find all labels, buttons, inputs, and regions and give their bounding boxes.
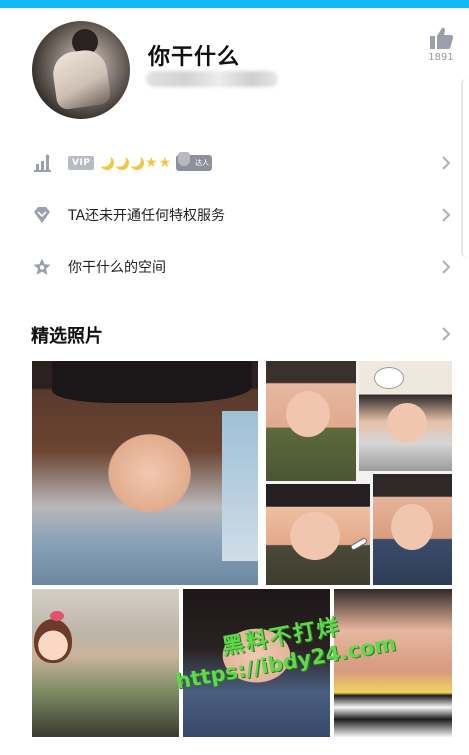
privilege-label: TA还未开通任何特权服务 (68, 208, 226, 224)
level-icons: ★ ★ 达人 (98, 152, 213, 172)
privilege-row[interactable]: TA还未开通任何特权服务 (0, 189, 469, 241)
thumbs-up-icon (430, 27, 454, 49)
chevron-right-icon[interactable] (440, 325, 452, 343)
cat-sticker-icon (374, 367, 404, 389)
talent-medal-icon: 达人 (176, 152, 213, 171)
privilege-gem-icon (34, 207, 50, 223)
photo-thumbnail[interactable] (32, 361, 258, 585)
qzone-row[interactable]: 你干什么的空间 (0, 241, 469, 293)
chevron-right-icon (442, 156, 451, 170)
level-row[interactable]: VIP ★ ★ 达人 (0, 137, 469, 189)
like-button[interactable]: 1891 (424, 26, 458, 63)
avatar[interactable] (32, 21, 130, 119)
star-icon: ★ (158, 155, 172, 171)
level-chart-icon (34, 154, 51, 172)
moon-icon (113, 154, 131, 172)
moon-icon (128, 154, 146, 172)
photo-thumbnail[interactable] (32, 589, 179, 737)
profile-header: 你干什么 1891 (0, 8, 469, 133)
like-count: 1891 (428, 52, 454, 63)
qzone-label: 你干什么的空间 (68, 260, 166, 276)
featured-photos-title[interactable]: 精选照片 (31, 322, 103, 348)
top-accent-bar (0, 0, 469, 8)
chevron-right-icon (442, 208, 451, 222)
photo-thumbnail[interactable] (266, 361, 452, 585)
vip-badge: VIP (68, 156, 95, 170)
cartoon-sticker-icon (34, 619, 72, 663)
moon-icon (98, 154, 116, 172)
star-icon: ★ (145, 155, 158, 171)
blurred-account-id (146, 71, 278, 87)
star-icon (33, 258, 51, 275)
nickname: 你干什么 (148, 45, 241, 70)
chevron-right-icon (442, 260, 451, 274)
